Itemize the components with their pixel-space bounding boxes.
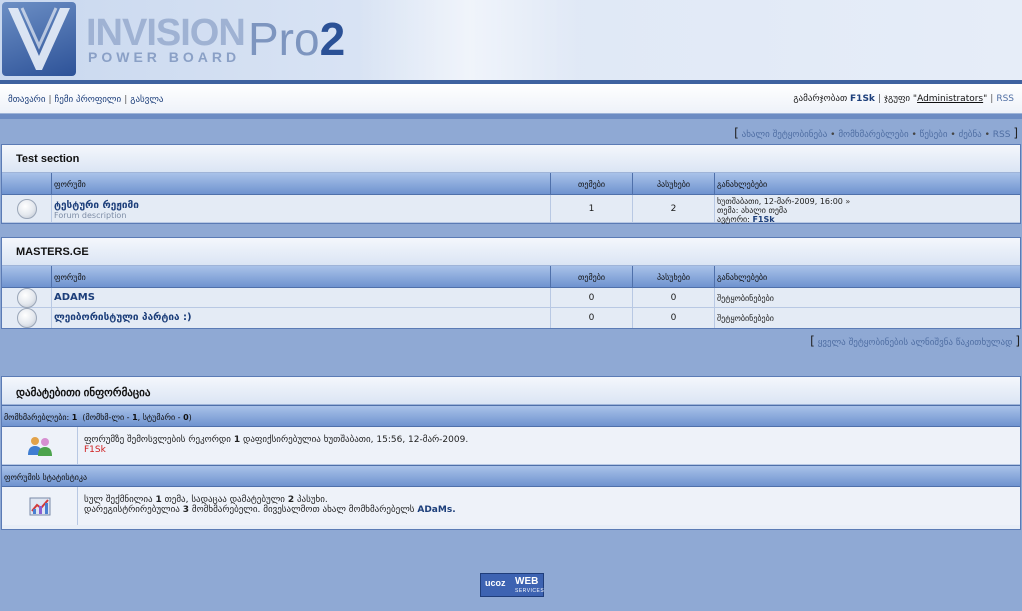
totals-line: სულ შექმნილია 1 თემა, სადაცაა დამატებული… (84, 495, 328, 505)
forum-topics-count: 1 (551, 195, 633, 222)
no-new-posts-icon (16, 198, 37, 219)
badge-web: WEB (515, 576, 539, 587)
category-title[interactable]: Test section (2, 145, 1020, 173)
user-info: გამარჯობათ F1Sk | ჯგუფი "Administrators" | R… (793, 94, 1014, 104)
forum-link[interactable]: ლეიბორისტული პარტია :) (54, 312, 192, 323)
greeting: გამარჯობათ (793, 94, 848, 104)
header: INVISION POWER BOARD Pro2 (0, 0, 1022, 80)
col-replies: პასუხები (633, 173, 715, 194)
group-prefix: ჯგუფი " (883, 94, 918, 104)
forum-row: ტესტური რეჟიმი Forum description 1 2 ხუთ… (2, 195, 1020, 224)
forum-last-post: შეტყობინებები (717, 294, 774, 303)
quicklink-search[interactable]: ძებნა (959, 130, 982, 140)
logo-pro-version: Pro2 (248, 13, 346, 65)
category-test-section: Test section ფორუმი თემები პასუხები განა… (1, 144, 1021, 224)
rss-link[interactable]: RSS (996, 94, 1014, 104)
stats-title: დამატებითი ინფორმაცია (2, 377, 1020, 405)
group-link[interactable]: Administrators (917, 94, 983, 104)
col-topics: თემები (551, 173, 633, 194)
category-masters-ge: MASTERS.GE ფორუმი თემები პასუხები განახლ… (1, 237, 1021, 329)
ucoz-logo: ucoz (485, 578, 506, 588)
mark-all-read: [ ყველა შეტყობინების ალნიშვნა წაკითხულად… (810, 334, 1020, 348)
board-stats: დამატებითი ინფორმაცია მომხმარებლები: 1 (… (1, 376, 1021, 530)
col-forum: ფორუმი (52, 173, 551, 194)
online-user-link[interactable]: F1Sk (84, 445, 106, 455)
user-nav: მთავარი | ჩემი პროფილი | გასვლა (8, 95, 164, 105)
forum-replies-count: 2 (633, 195, 715, 222)
quick-links: [ ახალი შეტყობინება • მომხმარებლები • წე… (734, 126, 1018, 140)
forum-stats-row: სულ შექმნილია 1 თემა, სადაცაა დამატებული… (2, 487, 1020, 525)
col-last-post: განახლებები (717, 180, 768, 189)
user-bar: მთავარი | ჩემი პროფილი | გასვლა გამარჯობათ F… (0, 84, 1022, 114)
nav-link-home[interactable]: მთავარი (8, 95, 46, 105)
registered-line: დარეგისტრირებულია 3 მომხმარებელი. მივესა… (84, 505, 456, 515)
last-post-arrow-icon[interactable]: » (845, 197, 850, 206)
last-post-date: ხუთშაბათი, 12-მარ-2009, 16:00 (717, 197, 843, 206)
quicklink-members[interactable]: მომხმარებლები (838, 130, 908, 140)
forum-row: ADAMS 0 0 შეტყობინებები (2, 287, 1020, 308)
no-new-posts-icon (16, 287, 37, 308)
logo-wordmark: INVISION (86, 12, 246, 54)
stats-chart-icon (2, 487, 78, 525)
forum-last-post: ხუთშაბათი, 12-მარ-2009, 16:00 » თემა: ახ… (715, 195, 1020, 224)
last-post-author-label: ავტორი: (717, 215, 750, 224)
username-link[interactable]: F1Sk (850, 94, 875, 104)
forum-row: ლეიბორისტული პარტია :) 0 0 შეტყობინებები (2, 308, 1020, 328)
mark-all-read-link[interactable]: ყველა შეტყობინების ალნიშვნა წაკითხულად (818, 338, 1013, 348)
forum-replies-count: 0 (633, 308, 715, 328)
record-line: ფორუმზე შემოსვლების რეკორდი 1 დაფიქსირებ… (84, 435, 469, 445)
logo-mark-icon (2, 2, 76, 76)
forum-link[interactable]: ADAMS (54, 292, 95, 303)
newest-member-link[interactable]: ADaMs. (417, 505, 455, 515)
col-replies: პასუხები (633, 266, 715, 287)
online-users-row: ფორუმზე შემოსვლების რეკორდი 1 დაფიქსირებ… (2, 427, 1020, 465)
forum-last-post: შეტყობინებები (717, 314, 774, 323)
online-users-bar: მომხმარებლები: 1 (მომხმ-ლი - 1, სტუმარი … (2, 405, 1020, 427)
forum-topics-count: 0 (551, 288, 633, 307)
users-online-icon (2, 427, 78, 464)
last-post-author[interactable]: F1Sk (752, 215, 774, 224)
col-last-post: განახლებები (717, 273, 768, 282)
logo[interactable]: INVISION POWER BOARD Pro2 (2, 2, 352, 78)
col-topics: თემები (551, 266, 633, 287)
header-highlight (360, 0, 580, 80)
category-title[interactable]: MASTERS.GE (2, 238, 1020, 266)
forum-description: Forum description (54, 211, 127, 220)
forum-link[interactable]: ტესტური რეჟიმი (54, 200, 139, 211)
nav-link-profile[interactable]: ჩემი პროფილი (55, 95, 122, 105)
ucoz-web-services-badge[interactable]: ucoz WEB SERVICES (480, 573, 544, 597)
quicklink-new-message[interactable]: ახალი შეტყობინება (742, 130, 828, 140)
forum-replies-count: 0 (633, 288, 715, 307)
quicklink-rss[interactable]: RSS (993, 130, 1011, 140)
logo-subtitle: POWER BOARD (88, 49, 241, 65)
last-post-topic[interactable]: თემა: ახალი თემა (717, 206, 1020, 215)
badge-services: SERVICES (515, 588, 545, 594)
col-forum: ფორუმი (52, 266, 551, 287)
user-bar-divider (0, 114, 1022, 119)
nav-link-logout[interactable]: გასვლა (130, 95, 163, 105)
column-headers: ფორუმი თემები პასუხები განახლებები (2, 266, 1020, 288)
forum-stats-bar: ფორუმის სტატისტიკა (2, 465, 1020, 487)
quicklink-rules[interactable]: წესები (920, 130, 948, 140)
column-headers: ფორუმი თემები პასუხები განახლებები (2, 173, 1020, 195)
no-new-posts-icon (16, 308, 37, 328)
forum-topics-count: 0 (551, 308, 633, 328)
